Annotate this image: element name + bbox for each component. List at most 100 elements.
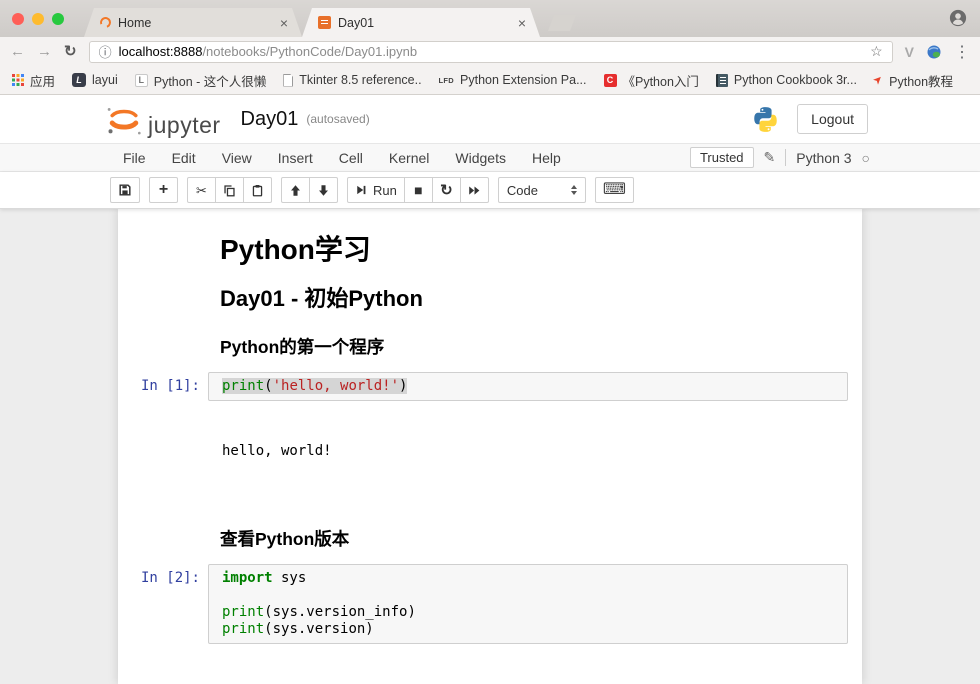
run-button[interactable]: Run (347, 177, 405, 203)
run-label: Run (373, 183, 397, 198)
profile-icon[interactable] (949, 9, 967, 27)
code-cell-2[interactable]: In [2]: import sys print(sys.version_inf… (118, 559, 862, 684)
heading-3: Python的第一个程序 (220, 337, 846, 358)
jupyter-logo[interactable]: jupyter (104, 102, 221, 137)
pencil-icon: ✎ (764, 149, 776, 166)
arrow-up-icon (289, 184, 302, 197)
notebook-menubar: File Edit View Insert Cell Kernel Widget… (0, 143, 980, 172)
bookmark-item[interactable]: LFD Python Extension Pa... (439, 73, 587, 87)
site-info-icon[interactable]: ⓘ (99, 42, 112, 61)
fast-forward-icon (468, 184, 481, 197)
bookmark-favicon: L (135, 74, 148, 87)
command-palette-button[interactable]: ⌨ (595, 177, 634, 203)
paste-cell-button[interactable] (243, 177, 272, 203)
menu-item[interactable]: Cell (326, 150, 376, 166)
cell-type-value: Code (507, 183, 538, 198)
new-tab-button[interactable] (548, 15, 576, 31)
address-input[interactable]: ⓘ localhost:8888 /notebooks/PythonCode/D… (89, 41, 893, 63)
markdown-cell[interactable]: Python的第一个程序 (118, 318, 862, 363)
input-prompt: In [2]: (123, 564, 208, 644)
restart-run-all-button[interactable] (460, 177, 489, 203)
menu-item[interactable]: File (110, 150, 159, 166)
stop-icon: ■ (414, 183, 422, 197)
jupyter-logo-icon (104, 102, 144, 137)
bookmark-favicon: C (604, 74, 617, 87)
keyboard-icon: ⌨ (603, 182, 626, 198)
move-cell-up-button[interactable] (281, 177, 310, 203)
plus-icon: + (159, 182, 168, 198)
page-title[interactable]: Day01 (241, 108, 299, 131)
tab-day01[interactable]: Day01 × (302, 8, 540, 37)
scissors-icon: ✂ (196, 184, 207, 197)
tab-home[interactable]: Home × (84, 8, 302, 37)
menu-item[interactable]: Widgets (442, 150, 519, 166)
menu-item[interactable]: Help (519, 150, 574, 166)
heading-2: Day01 - 初始Python (220, 286, 846, 312)
window-minimize-button[interactable] (32, 13, 44, 25)
bookmark-item[interactable]: Tkinter 8.5 reference.. (283, 73, 421, 87)
trusted-button[interactable]: Trusted (690, 147, 754, 168)
move-cell-down-button[interactable] (309, 177, 338, 203)
code-input[interactable]: import sys print(sys.version_info)print(… (208, 564, 848, 644)
paste-icon (251, 184, 264, 197)
divider (785, 149, 786, 166)
markdown-cell[interactable]: Day01 - 初始Python (118, 271, 862, 317)
checkpoint-status: (autosaved) (306, 112, 369, 126)
menu-item[interactable]: View (209, 150, 265, 166)
save-button[interactable] (110, 177, 140, 203)
bookmark-favicon (716, 74, 728, 87)
menu-item[interactable]: Insert (265, 150, 326, 166)
restart-kernel-button[interactable]: ↻ (432, 177, 461, 203)
cell-type-select[interactable]: Code (498, 177, 586, 203)
tab-close-icon[interactable]: × (516, 16, 528, 30)
markdown-cell[interactable]: 查看Python版本 (118, 500, 862, 555)
bookmark-label: Python Cookbook 3r... (734, 73, 857, 87)
bookmark-favicon: LFD (439, 76, 454, 85)
bookmark-item[interactable]: L Python - 这个人很懒 (135, 71, 267, 90)
tab-title: Home (118, 16, 271, 30)
refresh-icon: ↻ (440, 183, 453, 198)
menu-item[interactable]: Edit (159, 150, 209, 166)
back-icon[interactable]: ← (10, 44, 25, 59)
extension-v-icon[interactable]: V (905, 44, 914, 60)
bookmark-item[interactable]: Python Cookbook 3r... (716, 73, 857, 87)
copy-cell-button[interactable] (215, 177, 244, 203)
cut-cell-button[interactable]: ✂ (187, 177, 216, 203)
browser-tab-bar: Home × Day01 × (0, 0, 980, 37)
bookmark-label: 应用 (30, 71, 55, 90)
code-cell-1[interactable]: In [1]: print('hello, world!') hello, wo… (118, 367, 862, 501)
forward-icon[interactable]: → (37, 44, 52, 59)
reload-icon[interactable]: ↻ (64, 44, 77, 59)
bookmark-label: 《Python入门 (623, 71, 699, 90)
bookmark-label: Tkinter 8.5 reference.. (299, 73, 421, 87)
save-icon (118, 183, 132, 197)
bookmark-item[interactable]: 应用 (12, 71, 55, 90)
window-close-button[interactable] (12, 13, 24, 25)
bookmark-item[interactable]: ➤ Python教程 (874, 71, 953, 90)
url-host: localhost:8888 (119, 44, 203, 59)
cell-output: sys.version_info(major=3, minor=6, micro… (222, 651, 848, 684)
logout-button[interactable]: Logout (797, 104, 868, 134)
tab-close-icon[interactable]: × (278, 16, 290, 30)
markdown-cell[interactable]: Python学习 (118, 223, 862, 271)
cell-output: hello, world! (222, 408, 848, 496)
add-cell-button[interactable]: + (149, 177, 178, 203)
kernel-name: Python 3 (796, 150, 851, 166)
url-path: /notebooks/PythonCode/Day01.ipynb (202, 44, 417, 59)
chrome-menu-icon[interactable]: ⋮ (954, 42, 970, 62)
bookmark-item[interactable]: C 《Python入门 (604, 71, 699, 90)
bookmark-item[interactable]: L layui (72, 73, 118, 87)
jupyter-header: jupyter Day01 (autosaved) Logout (0, 95, 980, 143)
menu-item[interactable]: Kernel (376, 150, 442, 166)
step-forward-icon (355, 184, 367, 196)
window-zoom-button[interactable] (52, 13, 64, 25)
input-prompt: In [1]: (123, 372, 208, 401)
bookmark-star-icon[interactable]: ☆ (870, 43, 883, 60)
extension-globe-icon[interactable] (926, 44, 942, 60)
interrupt-kernel-button[interactable]: ■ (404, 177, 433, 203)
code-input[interactable]: print('hello, world!') (208, 372, 848, 401)
bookmark-label: Python教程 (889, 71, 953, 90)
bookmark-favicon: ➤ (871, 73, 885, 87)
browser-url-bar: ← → ↻ ⓘ localhost:8888 /notebooks/Python… (0, 37, 980, 66)
notebook-toolbar: + ✂ (0, 172, 980, 209)
